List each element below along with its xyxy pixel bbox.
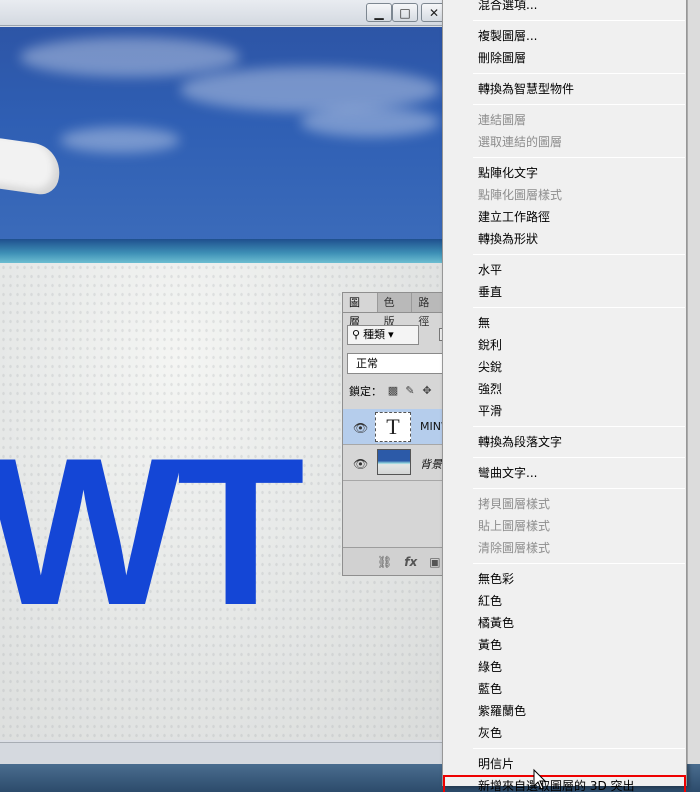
menu-item[interactable]: 點陣化文字 [443, 162, 686, 184]
sky-area [0, 27, 446, 242]
menu-item: 點陣化圖層樣式 [478, 188, 563, 202]
menu-item[interactable]: 尖銳 [443, 356, 686, 378]
menu-item: 清除圖層樣式 [478, 541, 551, 555]
menu-separator [473, 457, 685, 458]
lock-brush-icon[interactable]: ✎ [404, 385, 416, 397]
layer-name: 背景 [420, 458, 442, 471]
menu-item: 貼上圖層樣式 [478, 519, 551, 533]
document-titlebar: ▁ □ ✕ [0, 0, 448, 26]
menu-item: 選取連結的圖層 [478, 135, 563, 149]
blend-mode-select[interactable]: 正常 [347, 353, 449, 374]
minimize-icon: ▁ [374, 5, 384, 20]
document-statusbar [0, 742, 448, 764]
minimize-button[interactable]: ▁ [366, 3, 392, 22]
menu-item[interactable]: 複製圖層... [443, 25, 686, 47]
panel-tabs: 圖層 色版 路徑 [343, 293, 448, 328]
menu-item[interactable]: 新增來自選取圖層的 3D 突出 [443, 775, 686, 792]
menu-item[interactable]: 明信片 [443, 753, 686, 775]
search-icon: ⚲ [352, 328, 361, 341]
menu-item[interactable]: 銳利 [443, 334, 686, 356]
close-icon: ✕ [428, 5, 440, 20]
menu-separator [473, 254, 685, 255]
menu-item[interactable]: 轉換為形狀 [443, 228, 686, 250]
layer-row-background[interactable]: 👁 背景 [343, 445, 449, 481]
layer-context-menu: 混合選項... 複製圖層... 刪除圖層 轉換為智慧型物件 連結圖層 選取連結的圖層 點陣化… [442, 0, 687, 792]
eye-icon[interactable]: 👁 [353, 421, 368, 435]
menu-separator [473, 488, 685, 489]
menu-item[interactable]: 黃色 [443, 634, 686, 656]
tab-layers[interactable]: 圖層 [343, 293, 378, 328]
menu-item: 拷貝圖層樣式 [478, 497, 551, 511]
menu-item[interactable]: 綠色 [443, 656, 686, 678]
menu-item[interactable]: 灰色 [443, 722, 686, 744]
eye-icon[interactable]: 👁 [353, 457, 368, 471]
filter-label: 種類 [363, 328, 386, 341]
menu-item[interactable]: 混合選項... [443, 0, 686, 16]
layer-row-text[interactable]: 👁 T MINW [343, 409, 452, 445]
panel-footer: ⛓ fx ▣ [343, 547, 447, 575]
maximize-button[interactable]: □ [392, 3, 418, 22]
layers-panel: 圖層 色版 路徑 ⚲ 種類 ▾ 正常 鎖定： ▩ ✎ ✥ 👁 T MINW 👁 … [342, 292, 452, 576]
menu-separator [473, 157, 685, 158]
menu-item[interactable]: 建立工作路徑 [443, 206, 686, 228]
canvas-text-layer: IWT [0, 414, 305, 649]
maximize-icon: □ [399, 5, 411, 20]
menu-separator [473, 748, 685, 749]
menu-item[interactable]: 轉換為段落文字 [443, 431, 686, 453]
menu-item[interactable]: 刪除圖層 [443, 47, 686, 69]
menu-separator [473, 104, 685, 105]
lock-move-icon[interactable]: ✥ [421, 385, 433, 397]
menu-item[interactable]: 紅色 [443, 590, 686, 612]
menu-item: 連結圖層 [478, 113, 527, 127]
menu-item[interactable]: 橘黃色 [443, 612, 686, 634]
menu-separator [473, 73, 685, 74]
menu-separator [473, 426, 685, 427]
chevron-down-icon: ▾ [388, 328, 394, 341]
menu-item[interactable]: 平滑 [443, 400, 686, 422]
menu-separator [473, 307, 685, 308]
menu-item[interactable]: 垂直 [443, 281, 686, 303]
menu-item[interactable]: 強烈 [443, 378, 686, 400]
text-layer-thumbnail: T [375, 412, 411, 442]
lock-transparency-icon[interactable]: ▩ [387, 385, 399, 397]
menu-item[interactable]: 轉換為智慧型物件 [443, 78, 686, 100]
lock-label: 鎖定： [349, 385, 382, 398]
menu-item[interactable]: 藍色 [443, 678, 686, 700]
lock-row: 鎖定： ▩ ✎ ✥ [349, 383, 433, 399]
mask-icon[interactable]: ▣ [429, 555, 440, 569]
menu-separator [473, 20, 685, 21]
layer-filter-select[interactable]: ⚲ 種類 ▾ [347, 325, 419, 345]
fx-icon[interactable]: fx [404, 555, 417, 569]
menu-item[interactable]: 無色彩 [443, 568, 686, 590]
link-icon[interactable]: ⛓ [377, 555, 392, 569]
menu-item[interactable]: 無 [443, 312, 686, 334]
menu-item[interactable]: 紫羅蘭色 [443, 700, 686, 722]
image-layer-thumbnail [377, 449, 411, 475]
menu-separator [473, 563, 685, 564]
right-panel-edge [687, 0, 700, 764]
menu-item[interactable]: 水平 [443, 259, 686, 281]
menu-item[interactable]: 彎曲文字... [443, 462, 686, 484]
mouse-cursor-icon [533, 768, 547, 790]
tab-channels[interactable]: 色版 [378, 293, 413, 328]
